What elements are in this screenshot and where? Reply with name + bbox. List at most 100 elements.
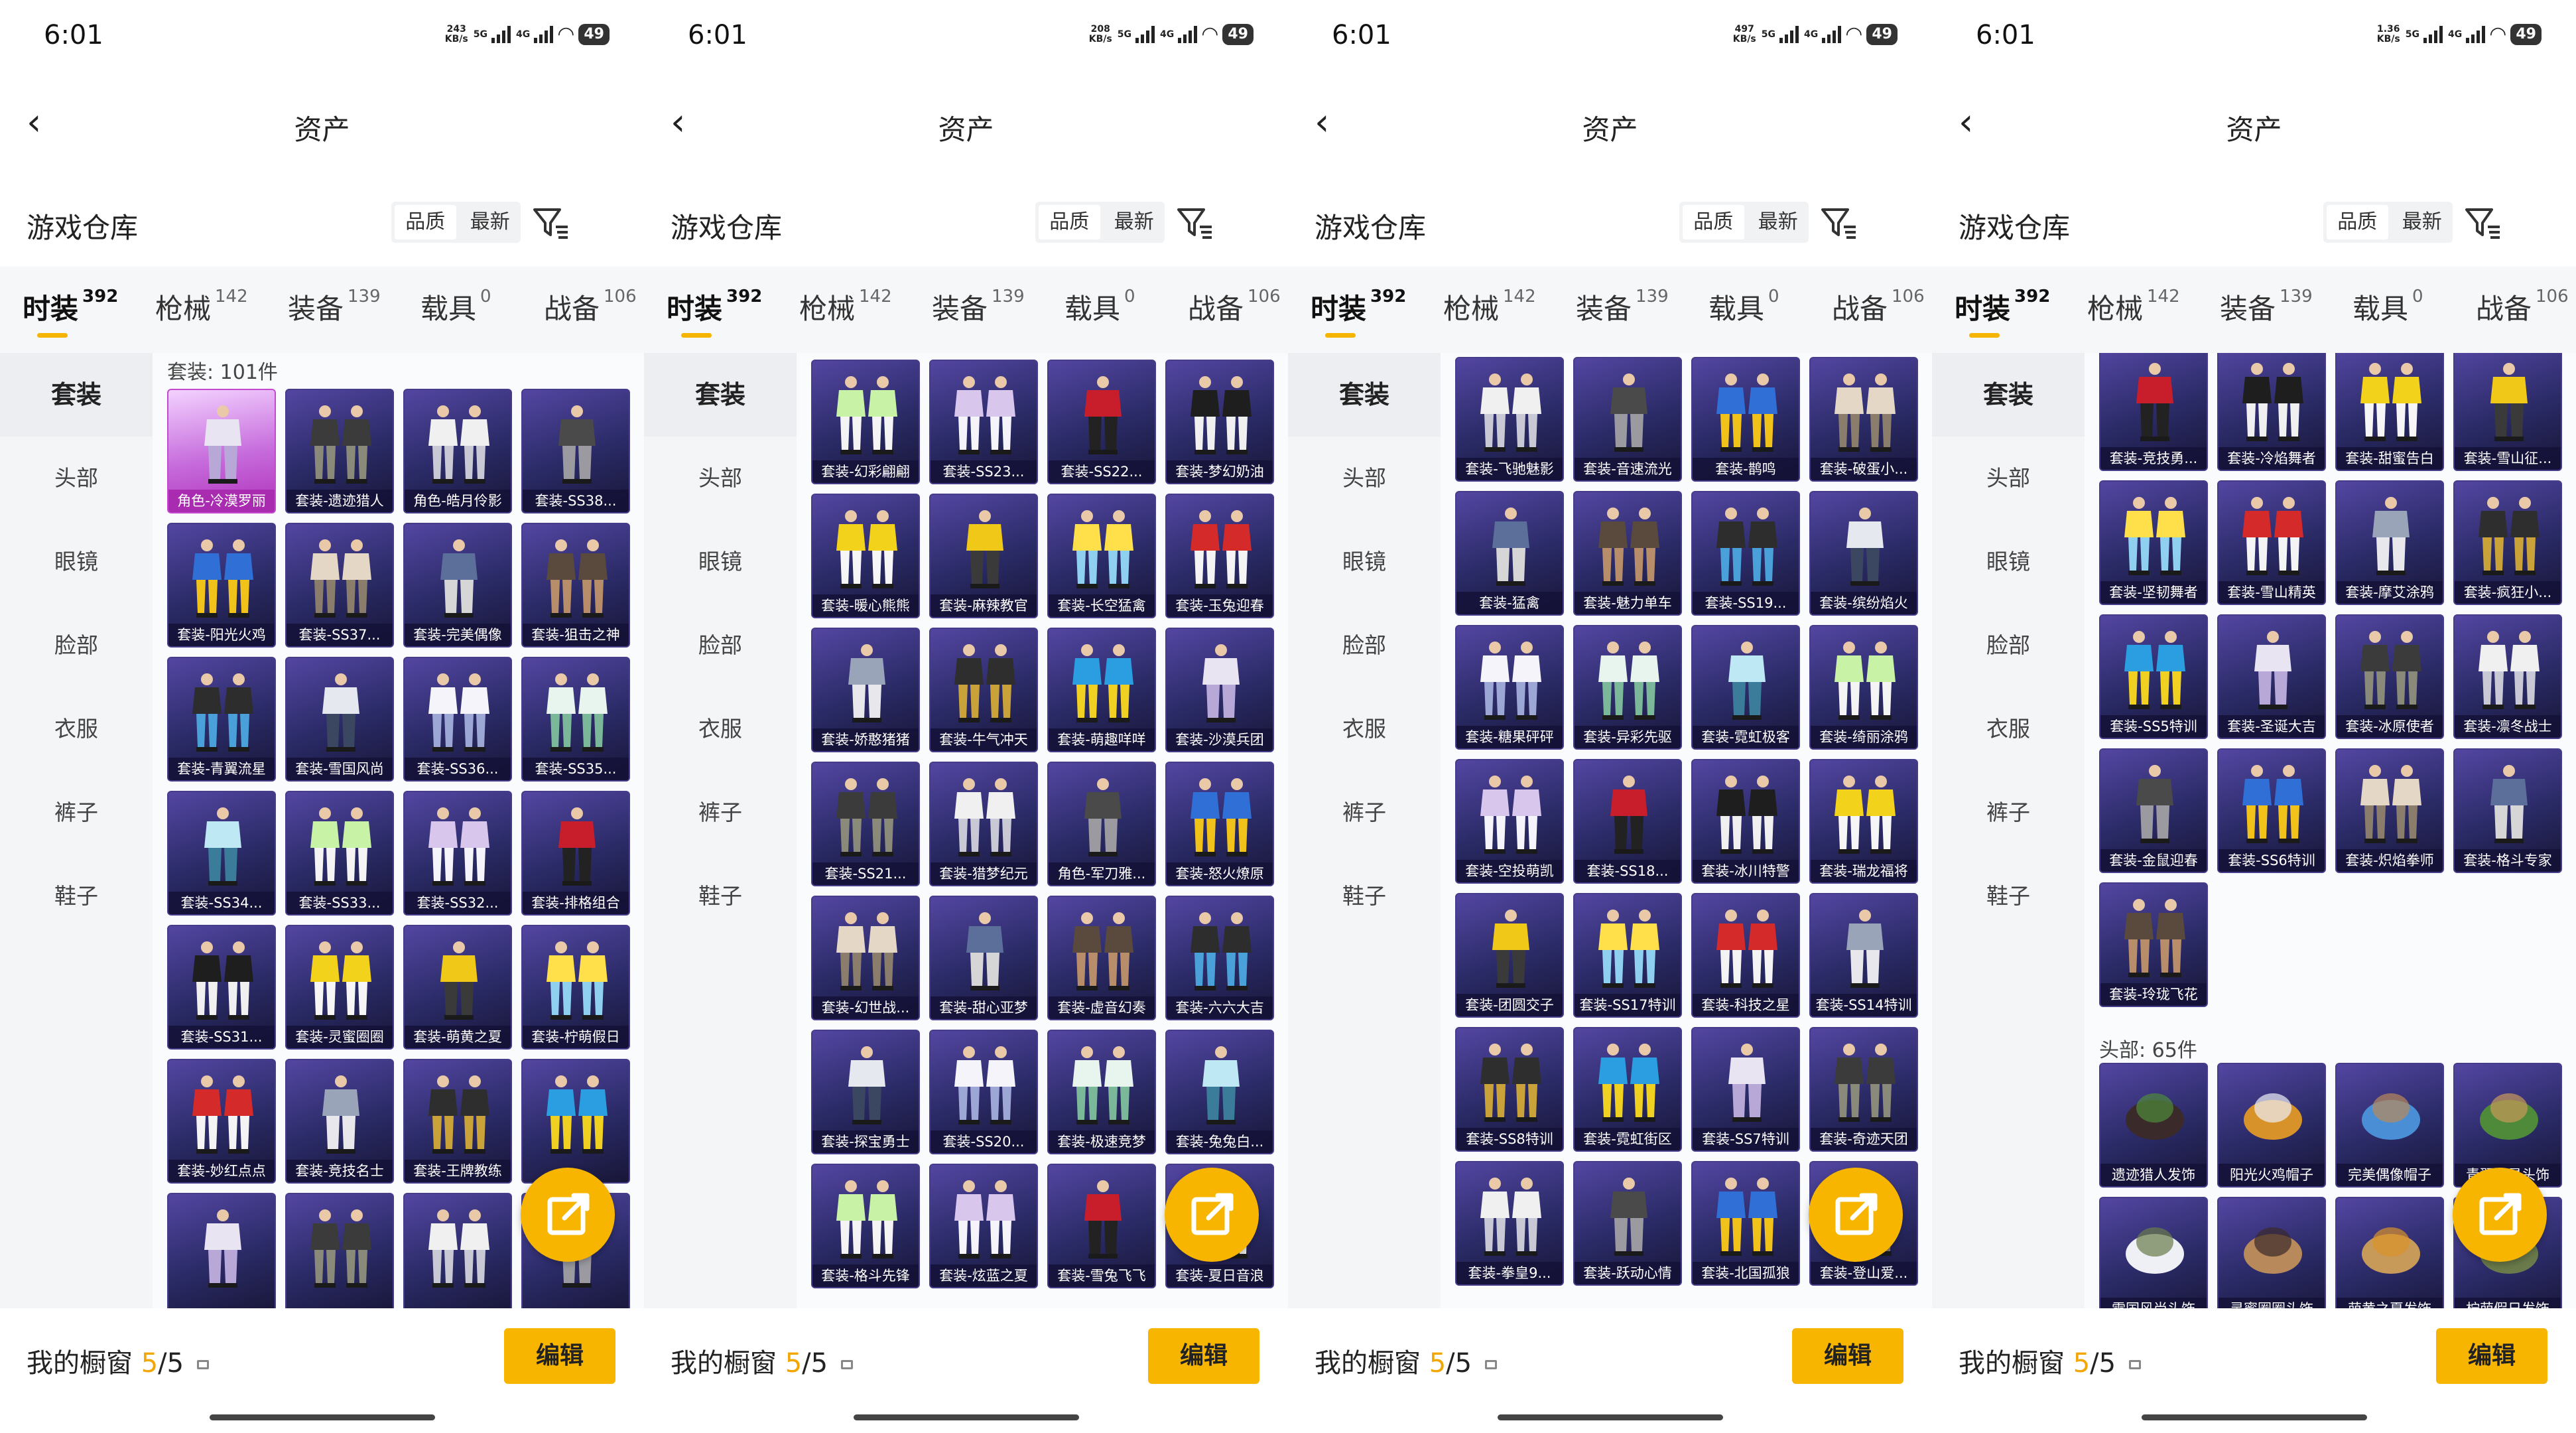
item-card[interactable]: 套装-竞技名士 — [285, 1059, 394, 1184]
item-card[interactable]: 套装-SS38... — [521, 389, 630, 513]
item-card[interactable]: 套装-王牌教练 — [403, 1059, 512, 1184]
item-card[interactable]: 套装-SS32... — [403, 791, 512, 916]
item-card[interactable]: 套装-冷焰舞者 — [2217, 353, 2326, 471]
sort-quality-option[interactable]: 品质 — [2327, 205, 2388, 239]
item-card[interactable]: 套装-完美偶像 — [403, 523, 512, 648]
share-fab-button[interactable] — [1809, 1168, 1903, 1262]
item-card[interactable]: 角色-冷漠罗丽 — [167, 389, 276, 513]
item-card[interactable]: 套装-SS14特训 — [1809, 893, 1918, 1018]
item-card[interactable]: 套装-猎梦纪元 — [929, 762, 1038, 886]
sidebar-item-pants[interactable]: 裤子 — [1288, 771, 1441, 854]
sidebar-item-suit[interactable]: 套装 — [1932, 353, 2085, 437]
item-card[interactable]: 套装-摩艾涂鸦 — [2335, 480, 2444, 605]
item-card[interactable]: 套装-SS19... — [1691, 491, 1800, 616]
sidebar-item-suit[interactable]: 套装 — [644, 353, 797, 437]
item-card[interactable]: 套装-雪山精英 — [2217, 480, 2326, 605]
filter-icon[interactable] — [1819, 204, 1858, 241]
item-card[interactable]: 套装-SS7特训 — [1691, 1027, 1800, 1152]
sidebar-item-shoes[interactable]: 鞋子 — [644, 854, 797, 938]
item-card[interactable]: 套装-牛气冲天 — [929, 628, 1038, 752]
tab-guns[interactable]: 枪械 142 — [799, 287, 892, 327]
tab-gear[interactable]: 装备 139 — [2220, 287, 2313, 327]
item-card[interactable]: 套装-圣诞大吉 — [2217, 614, 2326, 739]
item-card[interactable]: 套装-雪山征... — [2453, 353, 2562, 471]
sidebar-item-head[interactable]: 头部 — [1288, 437, 1441, 520]
tab-gear[interactable]: 装备 139 — [1576, 287, 1669, 327]
item-card[interactable]: 套装-柠萌假日 — [521, 925, 630, 1050]
filter-icon[interactable] — [1175, 204, 1214, 241]
item-card[interactable]: 套装-排格组合 — [521, 791, 630, 916]
item-card[interactable]: 套装-SS34... — [167, 791, 276, 916]
item-card[interactable]: 套装-冰原使者 — [2335, 614, 2444, 739]
share-fab-button[interactable] — [521, 1168, 615, 1262]
item-card[interactable]: 套装-糖果砰砰 — [1455, 625, 1564, 750]
item-card[interactable]: 套装-雪国风尚 — [285, 657, 394, 782]
sidebar-item-suit[interactable]: 套装 — [0, 353, 153, 437]
item-card[interactable]: 套装-娇憨猪猪 — [811, 628, 920, 752]
sort-quality-option[interactable]: 品质 — [395, 205, 456, 239]
item-card[interactable]: 套装-音速流光 — [1573, 357, 1682, 482]
item-card[interactable]: 套装-SS21... — [811, 762, 920, 886]
edit-button[interactable]: 编辑 — [2436, 1328, 2547, 1384]
item-card[interactable]: 套装-跃动心情 — [1573, 1161, 1682, 1286]
item-card[interactable]: 角色-皓月伶影 — [403, 389, 512, 513]
sidebar-item-head[interactable]: 头部 — [1932, 437, 2085, 520]
item-card[interactable]: 套装-妙红点点 — [167, 1059, 276, 1184]
sort-quality-option[interactable]: 品质 — [1039, 205, 1100, 239]
item-card[interactable]: 套装-沙漠兵团 — [1165, 628, 1274, 752]
tab-supplies[interactable]: 战备 106 — [1188, 287, 1281, 327]
item-card[interactable]: 套装-暖心熊熊 — [811, 494, 920, 618]
item-card[interactable]: 套装-SS35... — [521, 657, 630, 782]
item-card[interactable]: 套装-北国孤狼 — [1691, 1161, 1800, 1286]
item-card[interactable]: 套装-SS33... — [285, 791, 394, 916]
item-card[interactable]: 套装-虚音幻奏 — [1047, 896, 1156, 1020]
item-card[interactable]: 套装-萌趣咩咩 — [1047, 628, 1156, 752]
item-card[interactable]: 套装-炽焰拳师 — [2335, 748, 2444, 873]
sidebar-item-glasses[interactable]: 眼镜 — [1288, 520, 1441, 604]
sidebar-item-shoes[interactable]: 鞋子 — [0, 854, 153, 938]
tab-supplies[interactable]: 战备 106 — [1832, 287, 1925, 327]
item-card[interactable]: 套装-怒火燎原 — [1165, 762, 1274, 886]
tab-fashion[interactable]: 时装 392 — [667, 287, 762, 327]
item-card[interactable]: 套装-SS37... — [285, 523, 394, 648]
item-card[interactable]: 雪国风尚头饰 — [2099, 1197, 2208, 1308]
item-card[interactable]: 套装-金鼠迎春 — [2099, 748, 2208, 873]
item-card[interactable]: 角色-军刀雅... — [1047, 762, 1156, 886]
filter-icon[interactable] — [531, 204, 570, 241]
tab-vehicles[interactable]: 载具 0 — [420, 287, 491, 327]
edit-button[interactable]: 编辑 — [1792, 1328, 1903, 1384]
item-card[interactable]: 套装-SS20... — [929, 1030, 1038, 1154]
item-card[interactable]: 套装-凛冬战士 — [2453, 614, 2562, 739]
item-card[interactable]: 套装-格斗专家 — [2453, 748, 2562, 873]
item-card[interactable]: 套装-破蛋小... — [1809, 357, 1918, 482]
item-card[interactable]: 套装-长空猛禽 — [1047, 494, 1156, 618]
item-card[interactable]: 套装-SS8特训 — [1455, 1027, 1564, 1152]
item-card[interactable]: 套装-鹊鸣 — [1691, 357, 1800, 482]
item-card[interactable]: 套装-魅力单车 — [1573, 491, 1682, 616]
item-card[interactable]: 套装-奇迹天团 — [1809, 1027, 1918, 1152]
item-card[interactable]: 套装-冰川特警 — [1691, 759, 1800, 884]
tab-guns[interactable]: 枪械 142 — [155, 287, 248, 327]
sidebar-item-shoes[interactable]: 鞋子 — [1932, 854, 2085, 938]
filter-icon[interactable] — [2463, 204, 2502, 241]
item-card[interactable]: 套装-绮丽涂鸦 — [1809, 625, 1918, 750]
item-card[interactable] — [167, 1193, 276, 1308]
sidebar-item-glasses[interactable]: 眼镜 — [1932, 520, 2085, 604]
item-card[interactable]: 套装-竞技勇... — [2099, 353, 2208, 471]
item-card[interactable]: 套装-SS6特训 — [2217, 748, 2326, 873]
item-card[interactable]: 套装-空投萌凯 — [1455, 759, 1564, 884]
item-card[interactable]: 套装-团圆交子 — [1455, 893, 1564, 1018]
sidebar-item-clothes[interactable]: 衣服 — [1288, 687, 1441, 771]
item-card[interactable]: 套装-疯狂小... — [2453, 480, 2562, 605]
sidebar-item-clothes[interactable]: 衣服 — [1932, 687, 2085, 771]
item-card[interactable]: 套装-玲珑飞花 — [2099, 882, 2208, 1007]
item-card[interactable]: 套装-灵蜜圈圈 — [285, 925, 394, 1050]
item-card[interactable]: 套装-极速竞梦 — [1047, 1030, 1156, 1154]
item-card[interactable]: 套装-飞驰魅影 — [1455, 357, 1564, 482]
item-card[interactable] — [403, 1193, 512, 1308]
item-card[interactable] — [285, 1193, 394, 1308]
item-card[interactable]: 套装-遗迹猎人 — [285, 389, 394, 513]
item-card[interactable]: 套装-SS17特训 — [1573, 893, 1682, 1018]
item-card[interactable]: 套装-拳皇9... — [1455, 1161, 1564, 1286]
sidebar-item-pants[interactable]: 裤子 — [1932, 771, 2085, 854]
